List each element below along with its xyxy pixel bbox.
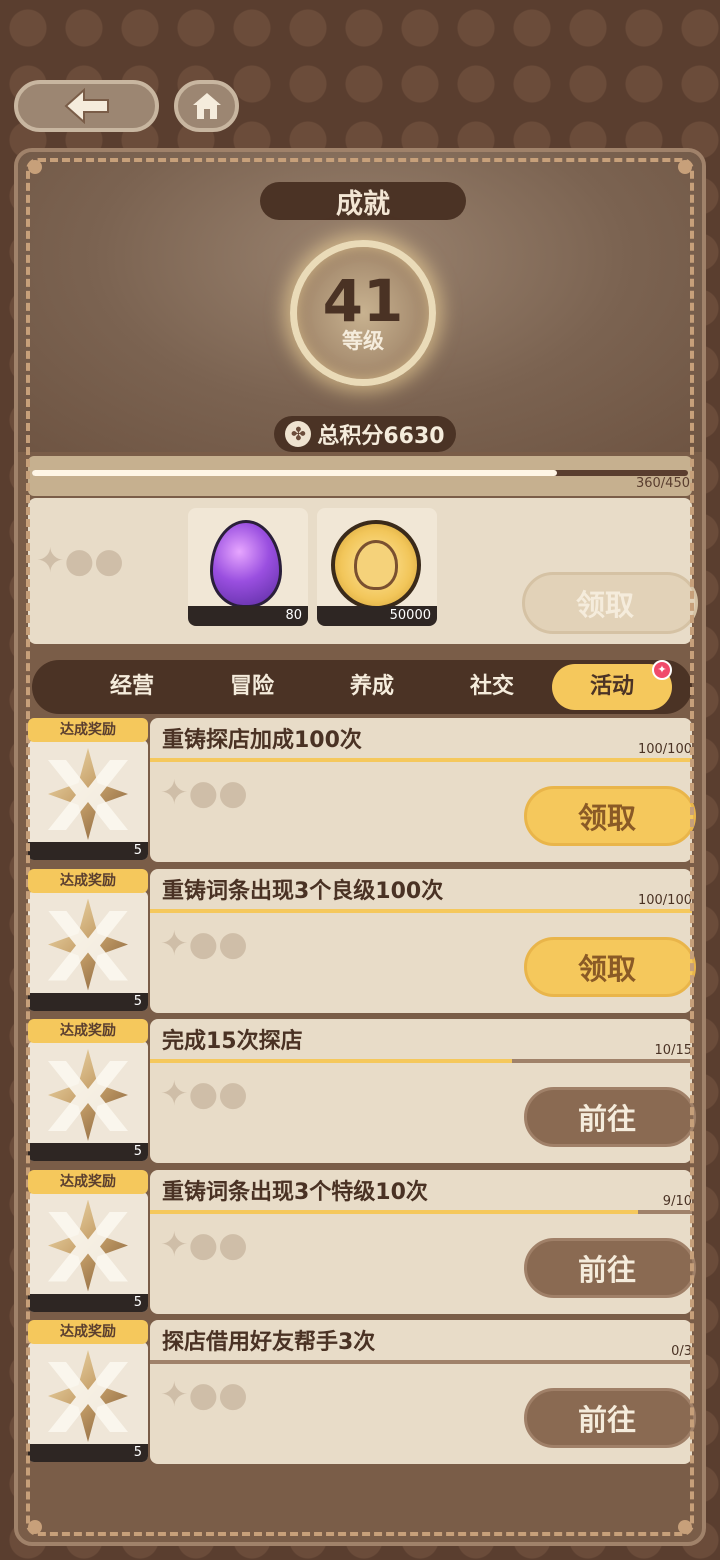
reward-tag: 达成奖励: [28, 1019, 148, 1043]
corner-rivet: [678, 160, 692, 174]
category-tabs: 经营 冒险 养成 社交 活动 ✦: [32, 660, 692, 714]
task-progress-bar: [150, 1360, 692, 1364]
coffee-beans-icon: ✦●●: [160, 1375, 248, 1415]
tab-adventure[interactable]: 冒险: [192, 664, 312, 710]
corner-rivet: [28, 1520, 42, 1534]
level-label: 等级: [342, 329, 384, 353]
task-reward-qty: 5: [28, 842, 148, 860]
task-card: 重铸词条出现3个特级10次 9/10 ✦●● 前往: [150, 1169, 696, 1314]
claim-button[interactable]: 领取: [524, 786, 696, 846]
purple-egg-icon: [210, 520, 282, 608]
task-title: 重铸词条出现3个良级100次: [162, 878, 444, 904]
total-score-label: 总积分6630: [317, 424, 445, 449]
task-reward-icon[interactable]: 5: [28, 740, 148, 860]
task-progress-fill: [150, 1059, 512, 1063]
back-button[interactable]: [14, 80, 159, 132]
coffee-beans-icon: ✦●●: [160, 1224, 248, 1265]
home-button[interactable]: [174, 80, 239, 132]
tab-event[interactable]: 活动 ✦: [552, 660, 672, 710]
task-reward-icon[interactable]: 5: [28, 1342, 148, 1462]
task-title: 重铸探店加成100次: [162, 728, 362, 753]
progress-fill: [32, 470, 557, 476]
reward-tag: 达成奖励: [28, 1169, 148, 1194]
total-score: ✤ 总积分6630: [274, 416, 456, 452]
task-count: 10/15: [654, 1043, 692, 1058]
task-title: 探店借用好友帮手3次: [162, 1330, 376, 1355]
task-title: 完成15次探店: [162, 1029, 303, 1054]
task-card: 完成15次探店 10/15 ✦●● 前往: [150, 1019, 696, 1163]
coffee-beans-icon: ✦●●: [160, 773, 248, 813]
reward-qty: 80: [188, 606, 308, 626]
coffee-beans-icon: ✦●●: [160, 1074, 248, 1114]
reward-item-egg[interactable]: 80: [188, 508, 308, 626]
task-reward-qty: 5: [28, 1143, 148, 1161]
task-title: 重铸词条出现3个特级10次: [162, 1179, 428, 1205]
task-count: 0/3: [671, 1344, 692, 1359]
tab-business[interactable]: 经营: [72, 664, 192, 710]
task-card: 重铸词条出现3个良级100次 100/100 ✦●● 领取: [150, 868, 696, 1013]
task-reward-icon[interactable]: 5: [28, 1191, 148, 1312]
claim-button[interactable]: 领取: [524, 936, 696, 997]
coffee-beans-icon: ✦●●: [160, 923, 248, 964]
task-row: 达成奖励 5 重铸词条出现3个良级100次 100/100 ✦●● 领取: [28, 868, 696, 1013]
coffee-beans-icon: ✦●●: [36, 541, 124, 581]
go-button[interactable]: 前往: [524, 1237, 696, 1298]
task-row: 达成奖励 5 重铸探店加成100次 100/100 ✦●● 领取: [28, 718, 696, 862]
task-count: 100/100: [637, 742, 692, 757]
score-clover-icon: ✤: [285, 421, 312, 447]
go-button[interactable]: 前往: [524, 1388, 696, 1448]
achievement-header: 成就 41 等级 ✤ 总积分6630: [18, 152, 702, 452]
task-row: 达成奖励 5 完成15次探店 10/15 ✦●● 前往: [28, 1019, 696, 1163]
level-reward-box: ✦●● 80 50000 领取: [28, 498, 698, 644]
reward-tag: 达成奖励: [28, 1320, 148, 1344]
tab-nurture[interactable]: 养成: [312, 664, 432, 710]
level-badge: 41 等级: [290, 240, 436, 386]
achievement-panel: 成就 41 等级 ✤ 总积分6630 360/450 ✦●● 80 50000 …: [14, 148, 706, 1546]
task-card: 重铸探店加成100次 100/100 ✦●● 领取: [150, 718, 696, 862]
task-reward-icon[interactable]: 5: [28, 1041, 148, 1161]
corner-rivet: [28, 160, 42, 174]
task-row: 达成奖励 5 重铸词条出现3个特级10次 9/10 ✦●● 前往: [28, 1169, 696, 1314]
task-count: 100/100: [637, 892, 692, 908]
notification-badge: ✦: [652, 660, 672, 680]
go-button[interactable]: 前往: [524, 1087, 696, 1147]
task-count: 9/10: [662, 1193, 692, 1209]
reward-item-coin[interactable]: 50000: [317, 508, 437, 626]
level-value: 41: [322, 267, 404, 335]
task-progress-fill: [150, 758, 692, 762]
task-progress-bar: [150, 1209, 692, 1214]
task-progress-bar: [150, 1059, 692, 1063]
reward-tag: 达成奖励: [28, 718, 148, 742]
task-reward-qty: 5: [28, 992, 148, 1011]
gold-coin-icon: [331, 520, 421, 610]
reward-tag: 达成奖励: [28, 868, 148, 893]
task-progress-fill: [150, 908, 692, 913]
claim-level-reward-button[interactable]: 领取: [522, 572, 698, 634]
task-reward-qty: 5: [28, 1293, 148, 1312]
corner-rivet: [678, 1520, 692, 1534]
task-progress-bar: [150, 908, 692, 913]
arrow-left-icon: [63, 88, 109, 124]
progress-track: [32, 470, 688, 476]
task-progress-bar: [150, 758, 692, 762]
task-reward-qty: 5: [28, 1444, 148, 1462]
tab-social[interactable]: 社交: [432, 664, 552, 710]
tab-event-label: 活动: [589, 674, 634, 699]
task-progress-fill: [150, 1209, 638, 1214]
level-progress: 360/450: [28, 456, 692, 496]
task-row: 达成奖励 5 探店借用好友帮手3次 0/3 ✦●● 前往: [28, 1320, 696, 1464]
page-title: 成就: [260, 182, 466, 220]
home-icon: [192, 93, 221, 119]
task-reward-icon[interactable]: 5: [28, 890, 148, 1011]
task-card: 探店借用好友帮手3次 0/3 ✦●● 前往: [150, 1320, 696, 1464]
progress-text: 360/450: [635, 476, 690, 491]
reward-qty: 50000: [317, 606, 437, 626]
